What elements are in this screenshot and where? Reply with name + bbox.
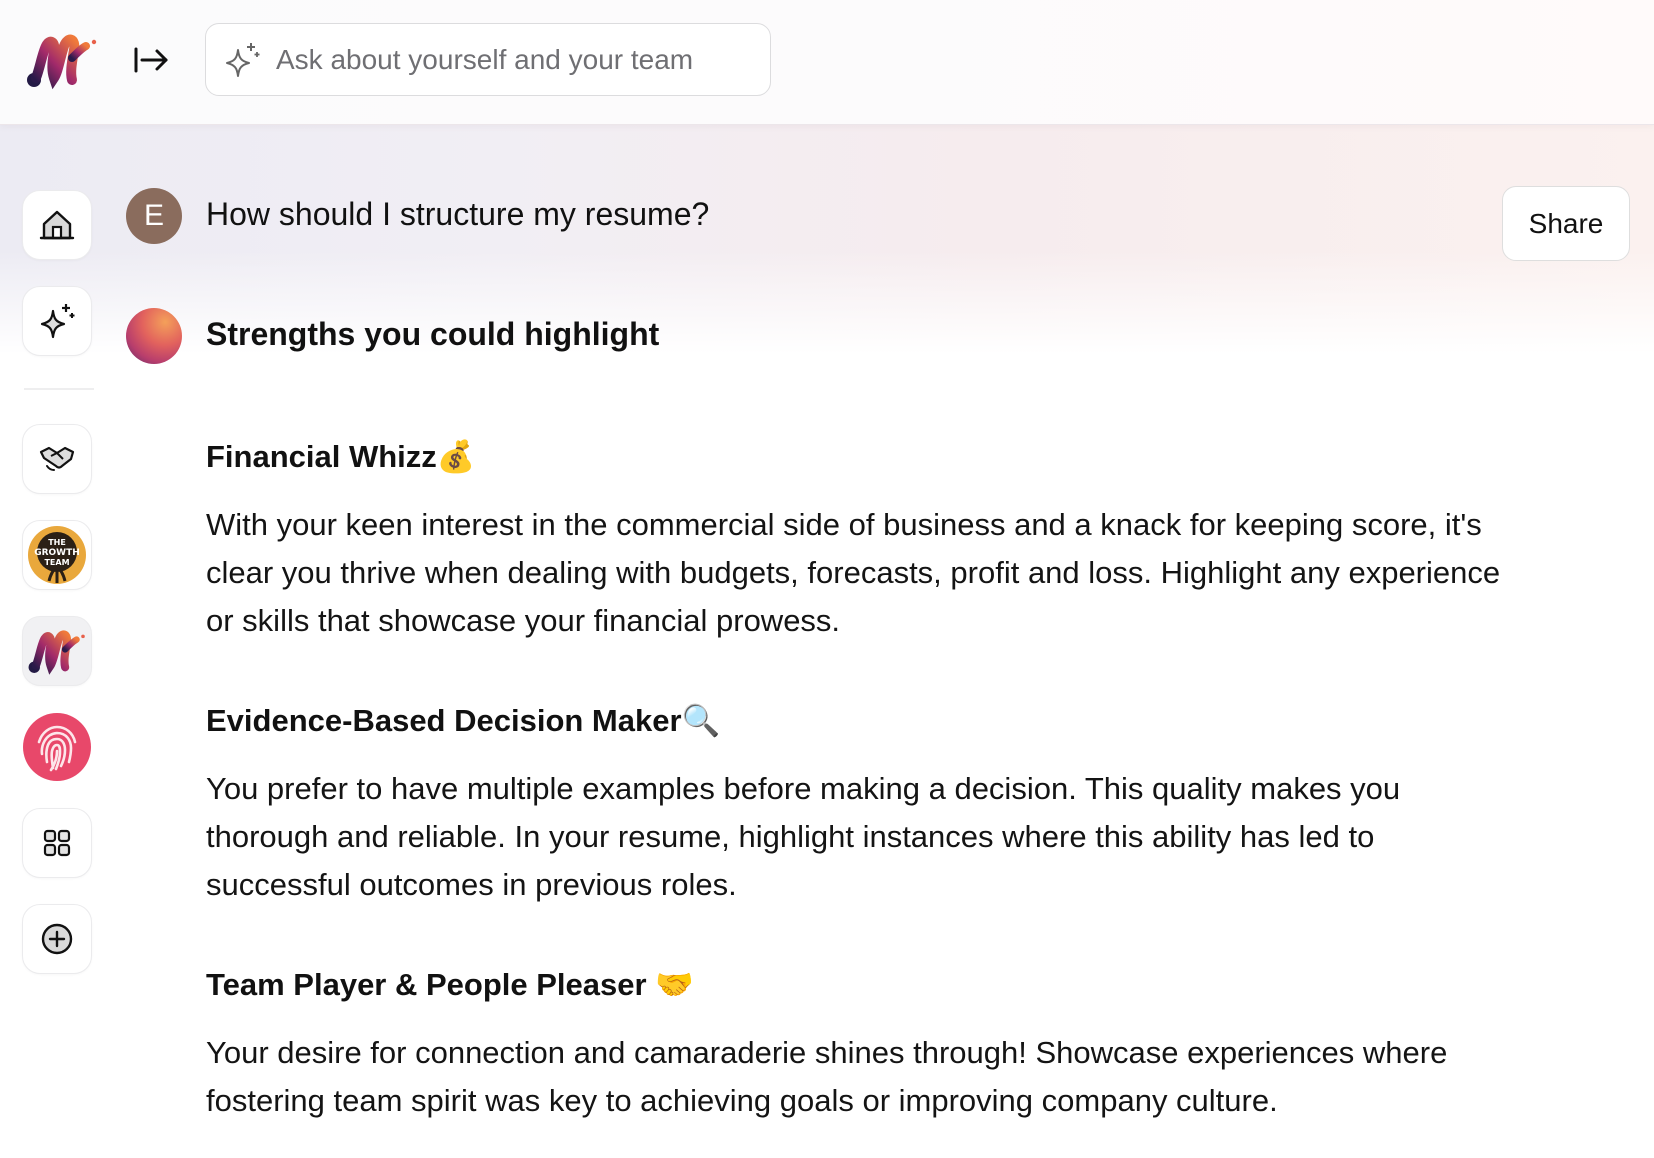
sidebar-item-apps[interactable]: [22, 808, 92, 878]
strength-body: With your keen interest in the commercia…: [206, 507, 1501, 638]
ask-search-box[interactable]: [205, 23, 771, 96]
assistant-response-title: Strengths you could highlight: [206, 316, 660, 352]
top-bar: [0, 0, 1654, 125]
sidebar-item-home[interactable]: [22, 190, 92, 260]
sidebar-item-ask-ai[interactable]: [22, 286, 92, 356]
sparkle-icon: [226, 42, 260, 77]
strength-body: Your desire for connection and camarader…: [206, 1035, 1448, 1118]
expand-sidebar-button[interactable]: [130, 40, 174, 80]
home-icon: [39, 210, 75, 240]
sidebar-item-add[interactable]: [22, 904, 92, 974]
strength-heading: Team Player & People Pleaser 🤝: [206, 966, 1506, 1003]
m-logo-icon: [28, 630, 85, 675]
svg-text:GROWTH: GROWTH: [34, 548, 80, 558]
strength-heading-text: Team Player & People Pleaser: [206, 967, 647, 1002]
ask-input[interactable]: [274, 42, 770, 77]
sidebar-divider: [24, 388, 94, 390]
sidebar-item-fingerprint[interactable]: [22, 712, 92, 782]
share-button[interactable]: Share: [1502, 186, 1630, 261]
sparkle-icon: [40, 304, 75, 339]
svg-text:TEAM: TEAM: [44, 558, 69, 567]
strength-heading-text: Evidence-Based Decision Maker: [206, 703, 682, 738]
strength-section: Evidence-Based Decision Maker🔍 You prefe…: [206, 702, 1506, 909]
fingerprint-icon: [23, 713, 91, 781]
sidebar-item-m-workspace[interactable]: [22, 616, 92, 686]
money-bag-icon: 💰: [436, 439, 476, 474]
arrow-right-to-bar-icon: [134, 47, 168, 73]
growth-team-logo: THE GROWTH TEAM: [28, 526, 86, 584]
svg-text:THE: THE: [48, 538, 66, 547]
m-logo-icon: [27, 34, 97, 90]
handshake-icon: [39, 446, 75, 471]
plus-circle-icon: [41, 923, 73, 955]
grid-icon: [43, 829, 71, 857]
sidebar-item-teams[interactable]: [22, 424, 92, 494]
user-question: How should I structure my resume?: [206, 196, 710, 232]
strength-section: Financial Whizz💰 With your keen interest…: [206, 438, 1506, 645]
strength-heading: Financial Whizz💰: [206, 438, 1506, 475]
user-avatar: E: [126, 188, 182, 244]
strength-heading: Evidence-Based Decision Maker🔍: [206, 702, 1506, 739]
sidebar-item-the-growth-team[interactable]: THE GROWTH TEAM: [22, 520, 92, 590]
assistant-avatar: [126, 308, 182, 364]
magnifying-glass-icon: 🔍: [681, 703, 721, 738]
app-logo[interactable]: [24, 28, 100, 92]
strength-section: Team Player & People Pleaser 🤝 Your desi…: [206, 966, 1506, 1125]
handshake-emoji-icon: 🤝: [655, 967, 694, 1002]
strength-heading-text: Financial Whizz: [206, 439, 437, 474]
strength-body: You prefer to have multiple examples bef…: [206, 771, 1401, 902]
